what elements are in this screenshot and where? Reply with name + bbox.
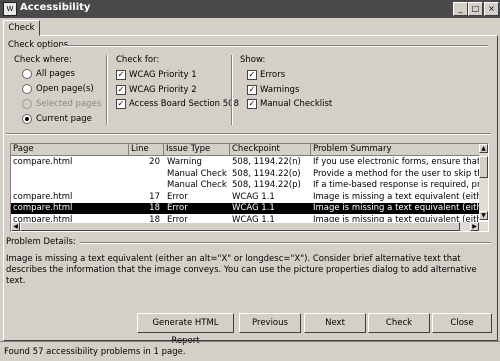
- checkbox-errors[interactable]: ✓: [247, 70, 257, 80]
- cell-issue: Error: [167, 191, 188, 202]
- maximize-button[interactable]: □: [468, 2, 483, 16]
- cell-checkpoint: WCAG 1.1: [232, 191, 275, 202]
- tab-check[interactable]: Check: [3, 20, 40, 36]
- check-where-header: Check where:: [14, 55, 72, 65]
- close-button[interactable]: Close: [432, 313, 492, 333]
- cell-line: 18: [149, 203, 160, 213]
- window-title: Accessibility: [20, 2, 91, 13]
- cell-checkpoint: 508, 1194.22(o): [232, 168, 301, 179]
- col-issue-type[interactable]: Issue Type: [164, 144, 230, 155]
- cell-checkpoint: WCAG 1.1: [232, 203, 275, 213]
- vertical-scroll-thumb[interactable]: [479, 156, 488, 178]
- check-for-header: Check for:: [116, 55, 160, 65]
- cell-checkpoint: 508, 1194.22(p): [232, 180, 301, 190]
- cell-summary: Image is missing a text equivalent (eith…: [313, 191, 479, 202]
- status-bar: Found 57 accessibility problems in 1 pag…: [0, 341, 500, 361]
- cell-summary: Provide a method for the user to skip th…: [313, 168, 479, 179]
- checkbox-warnings[interactable]: ✓: [247, 85, 257, 95]
- radio-open-pages-label: Open page(s): [36, 84, 94, 94]
- status-text: Found 57 accessibility problems in 1 pag…: [4, 347, 186, 357]
- table-row[interactable]: Manual Check 508, 1194.22(o) Provide a met…: [11, 169, 479, 180]
- checkbox-warnings-label: Warnings: [260, 85, 300, 95]
- close-window-button[interactable]: ×: [484, 2, 499, 16]
- table-row-selected[interactable]: compare.html 18 Error WCAG 1.1 Image is miss…: [11, 203, 479, 214]
- cell-issue: Manual Check: [167, 180, 227, 190]
- check-options-header: Check options: [8, 40, 69, 50]
- app-icon: W: [3, 2, 17, 16]
- check-button[interactable]: Check: [368, 313, 430, 333]
- divider-where-for: [106, 55, 108, 125]
- radio-all-pages-label: All pages: [36, 69, 75, 79]
- cell-line: [129, 180, 160, 191]
- cell-page: compare.html: [13, 203, 73, 213]
- title-bar[interactable]: W Accessibility _ □ ×: [0, 0, 500, 18]
- radio-selected-pages[interactable]: [22, 99, 32, 109]
- scroll-left-arrow[interactable]: ◀: [11, 222, 20, 231]
- radio-selected-pages-label: Selected pages: [36, 99, 102, 109]
- show-header: Show:: [240, 55, 266, 65]
- scroll-right-arrow[interactable]: ▶: [470, 222, 479, 231]
- checkbox-manual-checklist-label: Manual Checklist: [260, 99, 333, 109]
- radio-current-page[interactable]: [22, 114, 32, 124]
- results-header: Page Line Issue Type Checkpoint Problem …: [11, 144, 481, 156]
- checkbox-section-508[interactable]: ✓: [116, 99, 126, 109]
- results-divider: [6, 133, 491, 135]
- cell-page: [13, 180, 127, 191]
- checkbox-errors-label: Errors: [260, 70, 286, 80]
- cell-line: 17: [149, 191, 160, 202]
- generate-html-report-button[interactable]: Generate HTML Report: [137, 313, 234, 346]
- results-table: Page Line Issue Type Checkpoint Problem …: [10, 143, 489, 232]
- cell-issue: Warning: [167, 157, 202, 167]
- radio-all-pages[interactable]: [22, 69, 32, 79]
- cell-line: 20: [149, 157, 160, 167]
- checkbox-wcag-priority-1-label: WCAG Priority 1: [129, 70, 197, 80]
- table-row[interactable]: Manual Check 508, 1194.22(p) If a time-bas…: [11, 180, 479, 191]
- cell-summary: If you use electronic forms, ensure that…: [313, 157, 479, 167]
- vertical-scrollbar[interactable]: ▲ ▼: [479, 144, 488, 220]
- minimize-button[interactable]: _: [453, 2, 468, 16]
- table-row[interactable]: compare.html 17 Error WCAG 1.1 Image is miss…: [11, 192, 479, 203]
- details-divider: [80, 242, 491, 244]
- radio-open-pages[interactable]: [22, 84, 32, 94]
- previous-button[interactable]: Previous: [239, 313, 301, 333]
- cell-summary: If a time-based response is required, pr…: [313, 180, 479, 190]
- cell-issue: Manual Check: [167, 168, 227, 179]
- cell-page: [13, 169, 127, 180]
- horizontal-scroll-thumb[interactable]: [20, 222, 460, 231]
- horizontal-scrollbar[interactable]: ◀ ▶: [11, 222, 488, 231]
- cell-issue: Error: [167, 203, 188, 213]
- problem-details-text: Image is missing a text equivalent (eith…: [6, 254, 477, 286]
- checkbox-wcag-priority-2[interactable]: ✓: [116, 85, 126, 95]
- col-checkpoint[interactable]: Checkpoint: [230, 144, 311, 155]
- checkbox-section-508-label: Access Board Section 508: [129, 99, 239, 109]
- cell-line: [129, 169, 160, 180]
- check-options-divider: [62, 45, 488, 47]
- scroll-down-arrow[interactable]: ▼: [479, 211, 488, 220]
- cell-page: compare.html: [13, 191, 73, 202]
- cell-summary: Image is missing a text equivalent (eith…: [313, 203, 479, 213]
- radio-current-page-label: Current page: [36, 114, 92, 124]
- cell-page: compare.html: [13, 157, 73, 167]
- cell-checkpoint: 508, 1194.22(n): [232, 157, 301, 167]
- divider-for-show: [231, 55, 233, 125]
- table-row[interactable]: compare.html 20 Warning 508, 1194.22(n) If y…: [11, 157, 479, 168]
- col-problem-summary[interactable]: Problem Summary: [311, 144, 481, 155]
- checkbox-manual-checklist[interactable]: ✓: [247, 99, 257, 109]
- checkbox-wcag-priority-2-label: WCAG Priority 2: [129, 85, 197, 95]
- scroll-up-arrow[interactable]: ▲: [479, 144, 488, 153]
- checkbox-wcag-priority-1[interactable]: ✓: [116, 70, 126, 80]
- col-line[interactable]: Line: [129, 144, 164, 155]
- col-page[interactable]: Page: [11, 144, 129, 155]
- next-button[interactable]: Next: [304, 313, 366, 333]
- problem-details-header: Problem Details:: [6, 237, 76, 247]
- accessibility-dialog: W Accessibility _ □ × Check Check option…: [0, 0, 500, 360]
